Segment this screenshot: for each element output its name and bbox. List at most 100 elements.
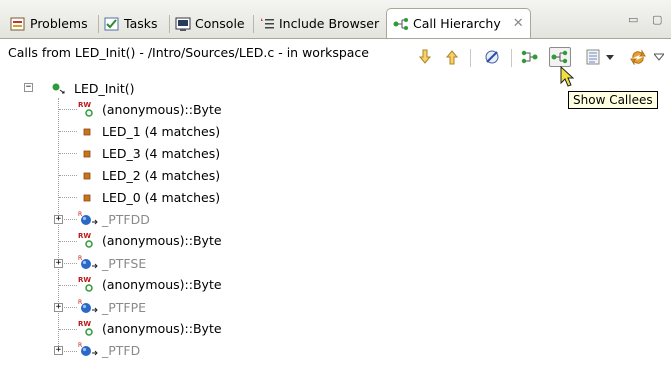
console-icon xyxy=(175,16,191,32)
expand-toggle[interactable]: + xyxy=(54,346,63,355)
tab-problems[interactable]: Problems xyxy=(10,12,88,35)
arrow-up-icon xyxy=(445,50,459,65)
macro-icon xyxy=(78,188,98,206)
tree-guide-line xyxy=(59,109,77,110)
minimize-view-icon[interactable]: ▭ xyxy=(628,13,638,26)
tree-item-label: (anonymous)::Byte xyxy=(102,232,222,248)
tree-item[interactable]: R _PTFPE xyxy=(78,297,146,317)
tree-root-item[interactable]: LED_Init() xyxy=(50,78,134,98)
tab-console[interactable]: Console xyxy=(175,12,245,35)
tree-item[interactable]: LED_0 (4 matches) xyxy=(78,187,220,207)
tab-tasks[interactable]: Tasks xyxy=(104,12,158,35)
tab-separator xyxy=(253,15,254,33)
tree-guide-line xyxy=(59,285,77,286)
tree-item[interactable]: RW (anonymous)::Byte xyxy=(78,318,222,338)
tree-item[interactable]: R _PTFD xyxy=(78,340,140,360)
tree-item-label: LED_Init() xyxy=(74,80,135,96)
view-menu-chevron-icon xyxy=(654,53,664,61)
tree-item[interactable]: R _PTFDD xyxy=(78,209,150,229)
expand-toggle[interactable]: + xyxy=(54,215,63,224)
tree-guide-line xyxy=(59,175,77,176)
refresh-icon xyxy=(630,49,646,65)
macro-icon xyxy=(78,122,98,140)
variable-icon: R xyxy=(78,298,98,316)
tree-item-label: LED_0 (4 matches) xyxy=(102,189,221,205)
maximize-view-icon[interactable]: ▢ xyxy=(652,13,662,26)
tab-label: Console xyxy=(195,16,245,31)
tree-item-label: LED_2 (4 matches) xyxy=(102,167,221,183)
collapse-toggle[interactable]: − xyxy=(24,83,33,92)
tree-item-label: (anonymous)::Byte xyxy=(102,101,222,117)
expand-toggle[interactable]: + xyxy=(54,303,63,312)
call-hierarchy-icon xyxy=(393,16,409,32)
tree-item[interactable]: LED_3 (4 matches) xyxy=(78,143,220,163)
tree-item[interactable]: RW (anonymous)::Byte xyxy=(78,99,222,119)
tree-item-label: _PTFD xyxy=(102,342,141,358)
show-callees-icon xyxy=(551,50,568,64)
include-browser-icon xyxy=(259,16,275,32)
tab-label: Include Browser xyxy=(279,16,380,31)
svg-text:R: R xyxy=(78,211,82,218)
svg-text:R: R xyxy=(78,299,82,306)
cancel-search-icon xyxy=(485,50,499,64)
toolbar-separator xyxy=(511,49,512,67)
rw-variable-icon: RW xyxy=(78,231,98,249)
tree-guide-line xyxy=(58,98,59,352)
tree-item-label: LED_3 (4 matches) xyxy=(102,145,221,161)
refresh-button[interactable] xyxy=(627,47,649,67)
next-button[interactable] xyxy=(414,47,436,67)
call-hierarchy-tree[interactable]: − LED_Init() RW (anonymous)::Byte LED_1 … xyxy=(0,72,671,390)
view-tab-bar: Problems Tasks Console Include Browser C… xyxy=(0,0,671,40)
problems-icon xyxy=(10,16,26,32)
tab-call-hierarchy[interactable]: Call Hierarchy ✕ xyxy=(386,8,531,38)
close-icon[interactable]: ✕ xyxy=(513,16,524,31)
arrow-down-icon xyxy=(418,49,432,64)
function-icon xyxy=(50,79,70,97)
tree-guide-line xyxy=(59,197,77,198)
show-callers-icon xyxy=(521,50,538,64)
svg-text:RW: RW xyxy=(78,101,91,109)
tree-item-label: _PTFPE xyxy=(102,299,147,315)
macro-icon xyxy=(78,144,98,162)
svg-text:RW: RW xyxy=(78,276,91,284)
chevron-down-icon xyxy=(606,55,614,60)
tab-label: Tasks xyxy=(124,16,158,31)
tree-item-label: _PTFSE xyxy=(102,255,147,271)
macro-icon xyxy=(78,166,98,184)
tab-label: Problems xyxy=(30,16,88,31)
history-list-icon xyxy=(586,49,600,65)
tab-include-browser[interactable]: Include Browser xyxy=(259,12,379,35)
toolbar-separator xyxy=(470,49,471,67)
history-button[interactable] xyxy=(582,47,604,67)
history-dropdown-button[interactable] xyxy=(604,47,616,67)
tree-guide-line xyxy=(59,329,77,330)
previous-button[interactable] xyxy=(441,47,463,67)
tree-item[interactable]: LED_2 (4 matches) xyxy=(78,165,220,185)
tab-separator xyxy=(98,15,99,33)
tasks-icon xyxy=(104,16,120,32)
tree-item[interactable]: RW (anonymous)::Byte xyxy=(78,274,222,294)
tree-item[interactable]: RW (anonymous)::Byte xyxy=(78,230,222,250)
tree-item[interactable]: LED_1 (4 matches) xyxy=(78,121,220,141)
svg-text:RW: RW xyxy=(78,320,91,328)
tree-item[interactable]: R _PTFSE xyxy=(78,253,146,273)
breadcrumb: Calls from LED_Init() - /Intro/Sources/L… xyxy=(8,45,369,60)
show-callers-button[interactable] xyxy=(519,47,541,67)
tree-guide-line xyxy=(59,153,77,154)
tab-label: Call Hierarchy xyxy=(413,16,501,31)
variable-icon: R xyxy=(78,210,98,228)
rw-variable-icon: RW xyxy=(78,100,98,118)
view-menu-button[interactable] xyxy=(651,47,667,67)
rw-variable-icon: RW xyxy=(78,319,98,337)
tree-item-label: _PTFDD xyxy=(102,211,150,227)
tree-item-label: (anonymous)::Byte xyxy=(102,276,222,292)
tree-item-label: (anonymous)::Byte xyxy=(102,320,222,336)
tree-guide-line xyxy=(59,241,77,242)
svg-text:RW: RW xyxy=(78,232,91,240)
tree-item-label: LED_1 (4 matches) xyxy=(102,123,221,139)
variable-icon: R xyxy=(78,254,98,272)
expand-toggle[interactable]: + xyxy=(54,259,63,268)
cancel-search-button[interactable] xyxy=(481,47,503,67)
show-callees-button[interactable] xyxy=(549,47,571,67)
tab-separator xyxy=(169,15,170,33)
